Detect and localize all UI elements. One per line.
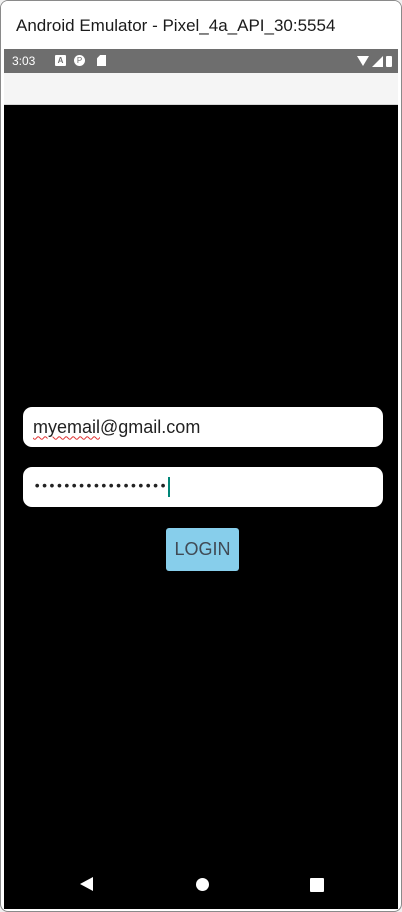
emulator-window: Android Emulator - Pixel_4a_API_30:5554 … [0, 0, 402, 912]
window-title: Android Emulator - Pixel_4a_API_30:5554 [16, 16, 336, 35]
email-field[interactable]: myemail@gmail.com [23, 407, 383, 447]
window-titlebar[interactable]: Android Emulator - Pixel_4a_API_30:5554 [1, 1, 401, 49]
back-icon[interactable] [80, 877, 93, 891]
login-button[interactable]: LOGIN [166, 528, 239, 571]
email-misspelled-part: myemail [33, 416, 101, 437]
email-value: myemail@gmail.com [33, 417, 200, 438]
signal-icon [372, 55, 383, 67]
home-icon[interactable] [196, 878, 209, 891]
status-time: 3:03 [12, 54, 36, 68]
notification-p-icon: P [74, 55, 85, 66]
text-cursor [168, 477, 171, 497]
email-domain-part: @gmail.com [100, 416, 201, 437]
battery-icon [386, 55, 392, 67]
navigation-bar [4, 861, 398, 909]
password-field[interactable]: •••••••••••••••••• [23, 467, 383, 507]
notification-a-icon: A [55, 55, 66, 66]
device-screen: 3:03 A P myemail@gmail.com •••••••••••••… [4, 49, 398, 909]
password-value: •••••••••••••••••• [33, 479, 167, 495]
app-bar [4, 73, 398, 105]
sd-card-icon [97, 55, 106, 66]
wifi-icon [357, 56, 369, 66]
status-bar: 3:03 A P [4, 49, 398, 73]
recents-icon[interactable] [310, 878, 324, 892]
